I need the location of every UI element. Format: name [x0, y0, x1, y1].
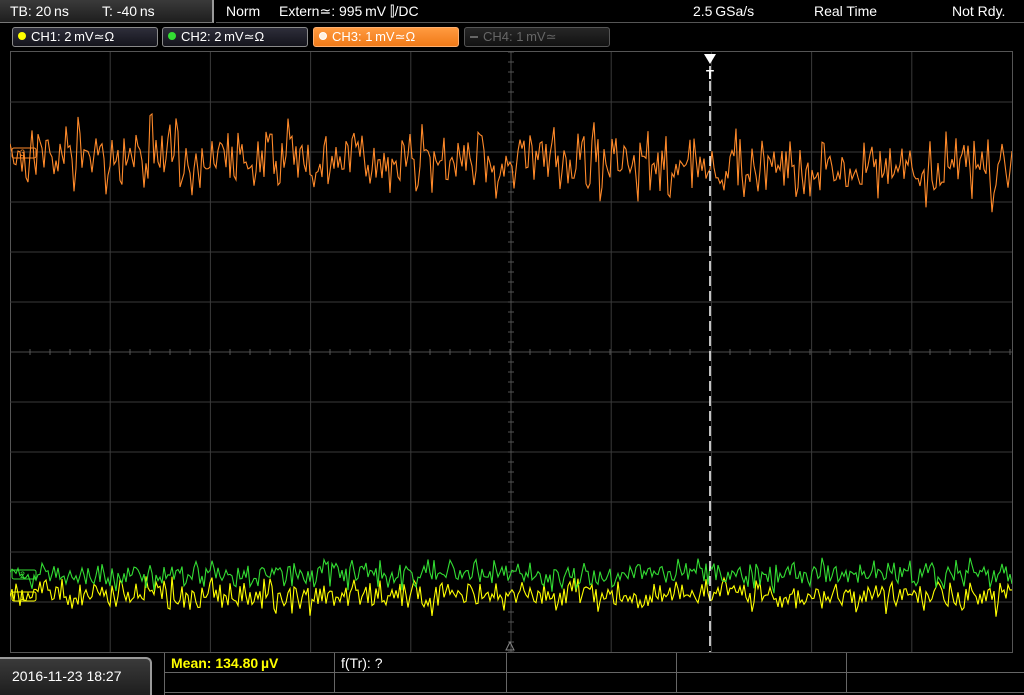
measurement-table: Mean: 134.80 µV f(Tr): ? [164, 653, 1024, 695]
ch4-label: CH4: 1 mV≃ [483, 29, 557, 44]
ch1-reference-label: 1 [20, 592, 25, 602]
trigger-marker-icon[interactable] [704, 54, 716, 64]
ch4-indicator-icon [470, 36, 478, 38]
measurement-slot[interactable] [165, 673, 335, 693]
channel-tab-ch1[interactable]: CH1: 2 mV≃Ω [12, 27, 158, 47]
datetime-display: 2016-11-23 18:27 [0, 657, 152, 695]
channel-tab-ch2[interactable]: CH2: 2 mV≃Ω [162, 27, 308, 47]
ch1-label: CH1: 2 mV≃Ω [31, 29, 115, 44]
trigger-source[interactable]: Extern≃: 995 mV ⫿/DC [279, 0, 419, 23]
channel-tab-ch4[interactable]: CH4: 1 mV≃ [464, 27, 610, 47]
timebase-value: TB: 20 ns [10, 3, 69, 19]
ch2-label: CH2: 2 mV≃Ω [181, 29, 265, 44]
waveform-display[interactable]: T 3 2 1 [10, 52, 1012, 652]
measurement-slot[interactable] [847, 653, 1024, 673]
ch3-reference-marker[interactable]: 3 [11, 147, 37, 159]
measurement-slot[interactable] [677, 673, 847, 693]
time-reference-icon [505, 640, 515, 651]
channel-tab-ch3[interactable]: CH3: 1 mV≃Ω [313, 27, 459, 47]
measurement-slot[interactable] [507, 653, 677, 673]
acquisition-status-bar: Norm Extern≃: 995 mV ⫿/DC 2.5 GSa/s Real… [216, 0, 1024, 23]
acquisition-mode[interactable]: Real Time [814, 0, 877, 23]
ch3-indicator-icon [319, 32, 327, 40]
sample-rate: 2.5 GSa/s [693, 3, 755, 19]
ch2-reference-label: 2 [20, 570, 25, 580]
ch2-indicator-icon [168, 32, 176, 40]
trigger-offset-value: T: -40 ns [102, 3, 155, 19]
mean-measurement[interactable]: Mean: 134.80 µV [165, 653, 335, 673]
trigger-mode[interactable]: Norm [226, 0, 260, 23]
trigger-marker-label: T [706, 67, 714, 82]
run-state: Not Rdy. [952, 3, 1006, 19]
measurement-slot[interactable] [507, 673, 677, 693]
measurement-slot[interactable] [677, 653, 847, 673]
ch3-label: CH3: 1 mV≃Ω [332, 29, 416, 44]
measurement-slot[interactable] [335, 673, 507, 693]
ch1-indicator-icon [18, 32, 26, 40]
ch2-reference-marker[interactable]: 2 [11, 569, 37, 580]
ch3-reference-label: 3 [20, 148, 25, 158]
trigger-frequency-measurement[interactable]: f(Tr): ? [335, 653, 507, 673]
timebase-panel[interactable]: TB: 20 ns T: -40 ns [0, 0, 214, 23]
measurement-slot[interactable] [847, 673, 1024, 693]
